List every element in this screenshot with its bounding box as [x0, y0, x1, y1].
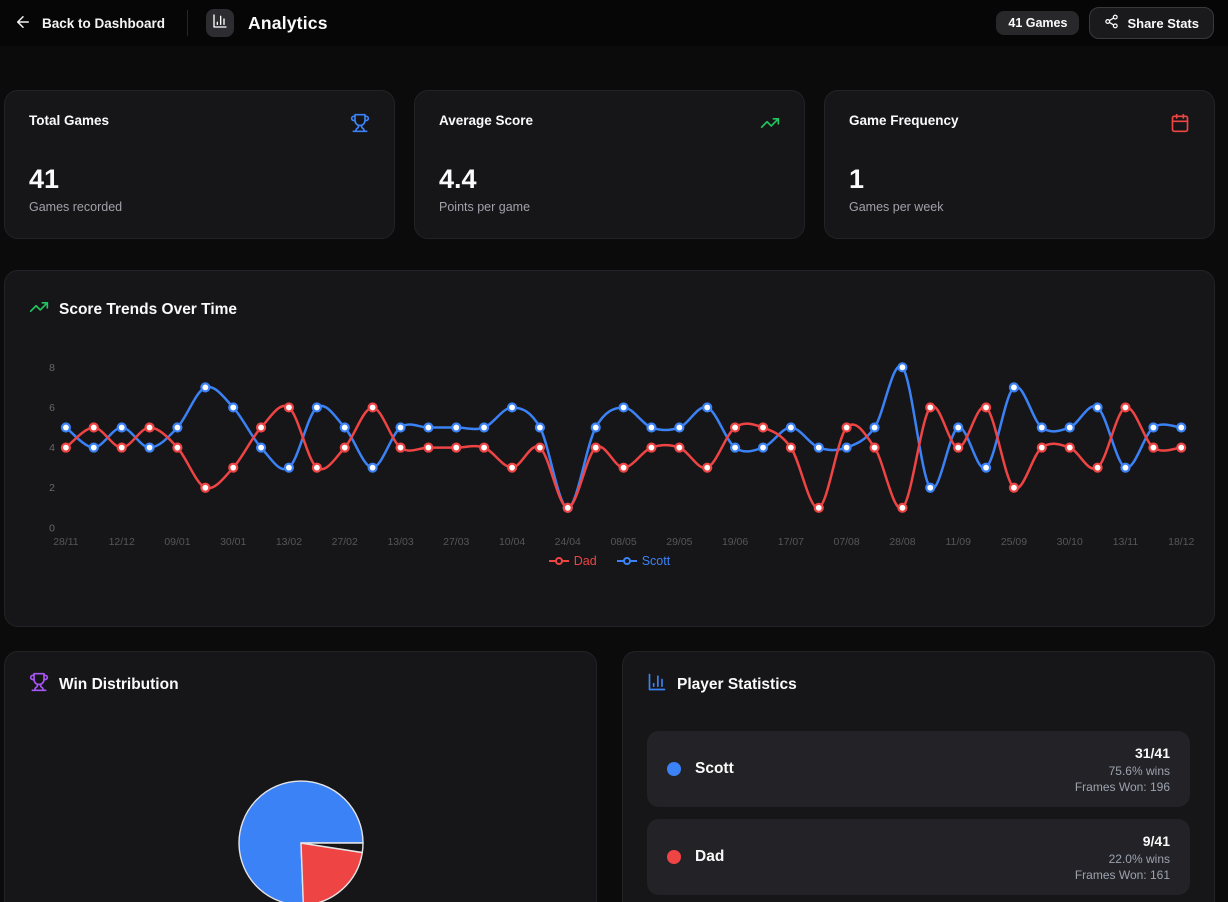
- back-to-dashboard-button[interactable]: Back to Dashboard: [14, 13, 165, 34]
- svg-text:28/11: 28/11: [53, 537, 79, 548]
- stat-cards-row: Total Games 41 Games recorded Average Sc…: [4, 90, 1215, 239]
- stat-value: 1: [849, 164, 1190, 195]
- svg-text:27/03: 27/03: [443, 537, 469, 548]
- player-frames-won: Frames Won: 196: [1075, 779, 1170, 795]
- score-trends-chart: 0 2 4 6 8 28/11 12/12 09/01 30/01 13/02 27/02 13/03…: [5, 336, 1214, 552]
- games-count-badge: 41 Games: [996, 11, 1079, 35]
- bar-chart-icon: [212, 13, 228, 34]
- stat-subtitle: Games recorded: [29, 200, 370, 214]
- back-label: Back to Dashboard: [42, 16, 165, 31]
- svg-text:2: 2: [49, 483, 55, 494]
- svg-text:09/01: 09/01: [164, 537, 190, 548]
- average-score-card: Average Score 4.4 Points per game: [414, 90, 805, 239]
- svg-text:28/08: 28/08: [889, 537, 915, 548]
- analytics-app-icon: [206, 9, 234, 37]
- top-bar: Back to Dashboard Analytics 41 Games Sha…: [0, 0, 1228, 46]
- svg-text:4: 4: [49, 443, 55, 454]
- player-row-scott: Scott 31/41 75.6% wins Frames Won: 196: [647, 731, 1190, 807]
- share-stats-button[interactable]: Share Stats: [1089, 7, 1214, 39]
- trending-up-icon: [29, 297, 49, 322]
- trending-up-icon: [760, 113, 780, 138]
- main-content: Total Games 41 Games recorded Average Sc…: [0, 46, 1228, 902]
- svg-text:6: 6: [49, 403, 55, 414]
- legend-item-scott: Scott: [617, 554, 671, 568]
- svg-text:19/06: 19/06: [722, 537, 748, 548]
- svg-text:27/02: 27/02: [332, 537, 358, 548]
- stat-value: 4.4: [439, 164, 780, 195]
- svg-text:12/12: 12/12: [109, 537, 135, 548]
- header-divider: [187, 10, 188, 36]
- legend-item-dad: Dad: [549, 554, 597, 568]
- win-distribution-card: Win Distribution: [4, 651, 597, 902]
- svg-text:13/02: 13/02: [276, 537, 302, 548]
- share-icon: [1104, 14, 1119, 32]
- game-frequency-card: Game Frequency 1 Games per week: [824, 90, 1215, 239]
- total-games-card: Total Games 41 Games recorded: [4, 90, 395, 239]
- score-trends-title: Score Trends Over Time: [59, 301, 237, 319]
- stat-subtitle: Points per game: [439, 200, 780, 214]
- bottom-cards-row: Win Distribution Player Statistics Scott…: [4, 651, 1215, 902]
- player-record: 9/41: [1075, 832, 1170, 851]
- stat-subtitle: Games per week: [849, 200, 1190, 214]
- svg-text:07/08: 07/08: [834, 537, 860, 548]
- svg-text:30/01: 30/01: [220, 537, 246, 548]
- page-title: Analytics: [248, 13, 328, 34]
- chart-legend: Dad Scott: [5, 554, 1214, 568]
- trophy-icon: [350, 113, 370, 138]
- svg-text:24/04: 24/04: [555, 537, 581, 548]
- svg-text:29/05: 29/05: [666, 537, 692, 548]
- player-statistics-title: Player Statistics: [677, 676, 797, 694]
- stat-title: Average Score: [439, 113, 533, 128]
- player-win-pct: 75.6% wins: [1075, 763, 1170, 779]
- player-frames-won: Frames Won: 161: [1075, 867, 1170, 883]
- svg-text:8: 8: [49, 363, 55, 374]
- svg-text:0: 0: [49, 523, 55, 534]
- svg-text:13/03: 13/03: [387, 537, 413, 548]
- player-color-dot: [667, 850, 681, 864]
- score-trends-card: Score Trends Over Time 0 2 4 6 8 28/11 12/12 09…: [4, 270, 1215, 627]
- stat-value: 41: [29, 164, 370, 195]
- stat-title: Game Frequency: [849, 113, 959, 128]
- stat-title: Total Games: [29, 113, 109, 128]
- player-color-dot: [667, 762, 681, 776]
- svg-text:13/11: 13/11: [1113, 537, 1139, 548]
- player-statistics-card: Player Statistics Scott 31/41 75.6% wins…: [622, 651, 1215, 902]
- svg-text:18/12: 18/12: [1168, 537, 1194, 548]
- win-distribution-pie: [5, 652, 597, 902]
- svg-text:08/05: 08/05: [610, 537, 636, 548]
- svg-text:30/10: 30/10: [1057, 537, 1083, 548]
- player-win-pct: 22.0% wins: [1075, 851, 1170, 867]
- bar-chart-icon: [647, 672, 667, 697]
- svg-text:11/09: 11/09: [946, 537, 972, 548]
- share-label: Share Stats: [1127, 16, 1199, 31]
- svg-text:10/04: 10/04: [499, 537, 525, 548]
- arrow-left-icon: [14, 13, 32, 34]
- calendar-icon: [1170, 113, 1190, 138]
- player-name: Dad: [695, 848, 724, 866]
- svg-text:17/07: 17/07: [778, 537, 804, 548]
- player-record: 31/41: [1075, 744, 1170, 763]
- player-name: Scott: [695, 760, 734, 778]
- player-row-dad: Dad 9/41 22.0% wins Frames Won: 161: [647, 819, 1190, 895]
- svg-text:25/09: 25/09: [1001, 537, 1027, 548]
